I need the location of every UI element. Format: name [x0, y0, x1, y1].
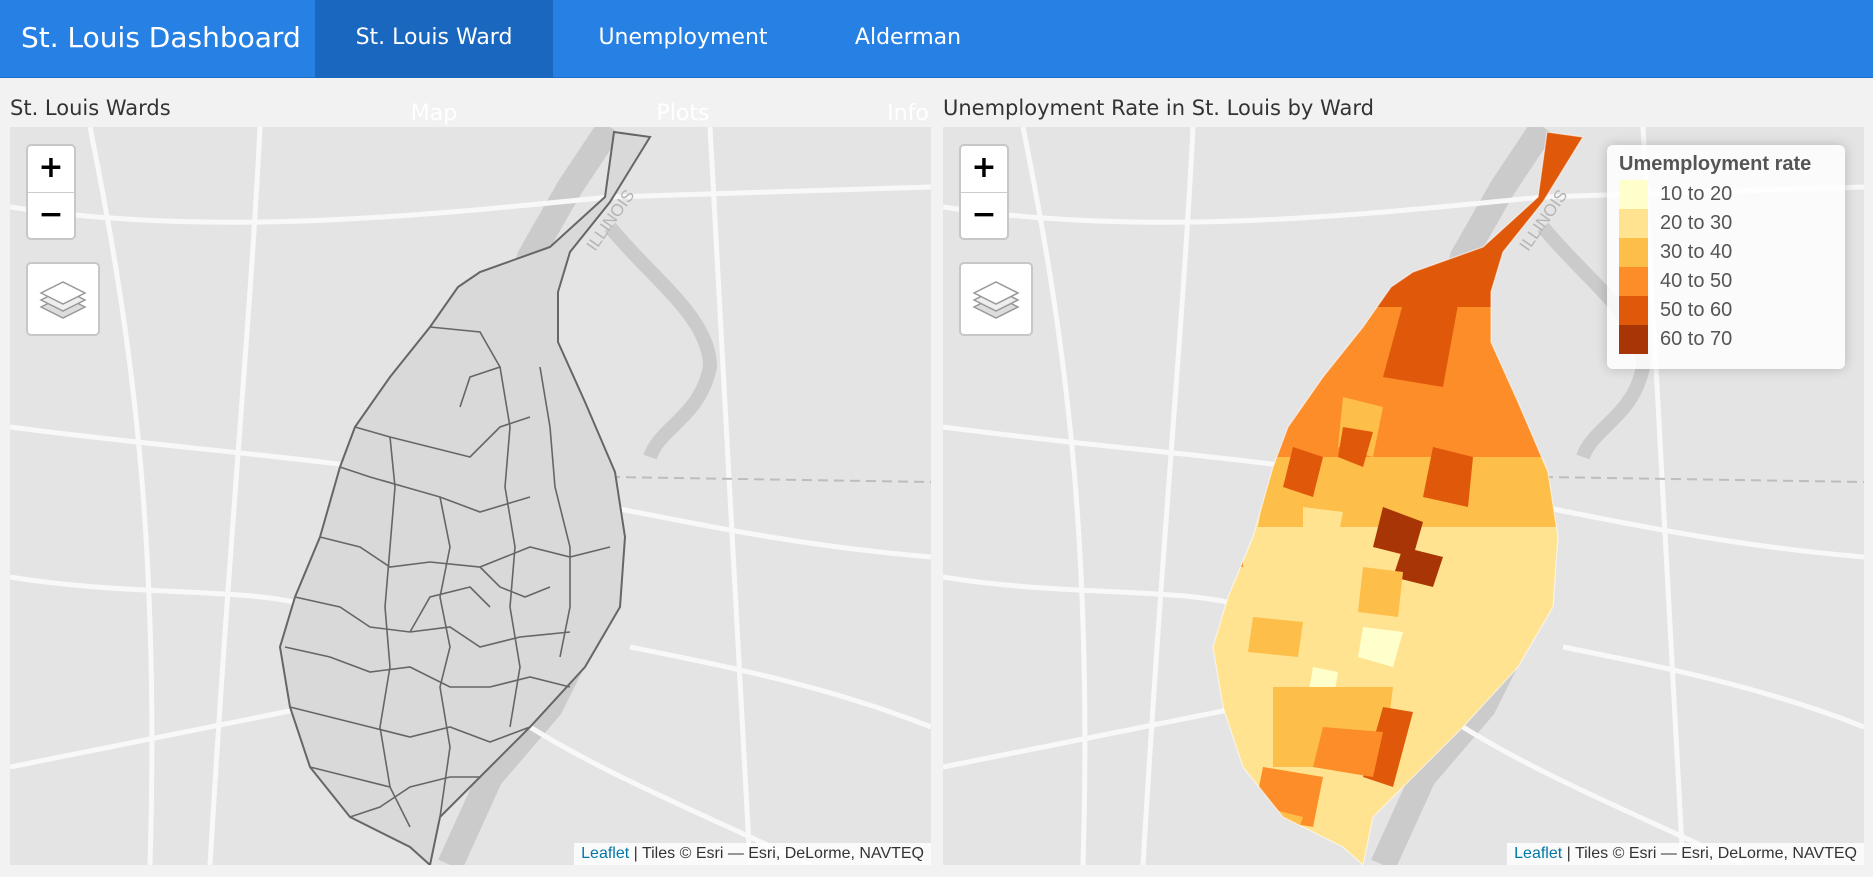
map-basemap: ILLINOIS — [10, 127, 931, 865]
legend-label: 10 to 20 — [1660, 183, 1733, 205]
legend-swatch — [1619, 267, 1648, 296]
map-attribution: Leaflet | Tiles © Esri — Esri, DeLorme, … — [1507, 843, 1864, 865]
legend-label: 30 to 40 — [1660, 241, 1733, 263]
legend-swatch — [1619, 209, 1648, 238]
ward-map[interactable]: ILLINOIS + − Leaflet | Tiles © Esri — Es… — [10, 127, 931, 865]
legend-title: Umemployment rate — [1619, 153, 1812, 175]
tab-unemployment-plots[interactable]: Unemployment Plots — [553, 0, 813, 126]
layers-icon — [39, 281, 87, 319]
legend-item: 60 to 70 — [1619, 325, 1833, 354]
legend-label: 20 to 30 — [1660, 212, 1733, 234]
layers-icon — [972, 281, 1020, 319]
attribution-text: | Tiles © Esri — Esri, DeLorme, NAVTEQ — [629, 845, 924, 862]
zoom-in-button[interactable]: + — [961, 146, 1007, 193]
zoom-control: + − — [959, 144, 1009, 240]
layers-control[interactable] — [26, 262, 100, 336]
zoom-out-button[interactable]: − — [961, 193, 1007, 239]
legend-swatch — [1619, 180, 1648, 209]
legend-item: 10 to 20 — [1619, 180, 1833, 209]
legend-item: 50 to 60 — [1619, 296, 1833, 325]
legend-swatch — [1619, 296, 1648, 325]
navbar: St. Louis Dashboard St. Louis Ward Map U… — [0, 0, 1873, 126]
unemployment-legend: Umemployment rate 10 to 20 20 to 30 30 t… — [1607, 145, 1845, 369]
legend-item: 20 to 30 — [1619, 209, 1833, 238]
leaflet-link[interactable]: Leaflet — [581, 845, 629, 862]
attribution-text: | Tiles © Esri — Esri, DeLorme, NAVTEQ — [1562, 845, 1857, 862]
legend-item: 40 to 50 — [1619, 267, 1833, 296]
tab-ward-map[interactable]: St. Louis Ward Map — [315, 0, 553, 126]
tab-alderman-info[interactable]: Alderman Info — [813, 0, 1003, 126]
ward-map-title: St. Louis Wards — [10, 96, 171, 120]
leaflet-link[interactable]: Leaflet — [1514, 845, 1562, 862]
legend-label: 50 to 60 — [1660, 299, 1733, 321]
layers-control[interactable] — [959, 262, 1033, 336]
legend-swatch — [1619, 325, 1648, 354]
map-attribution: Leaflet | Tiles © Esri — Esri, DeLorme, … — [574, 843, 931, 865]
unemployment-map[interactable]: ILLINOIS + − Umemployment rate 10 to 20 … — [943, 127, 1864, 865]
legend-swatch — [1619, 238, 1648, 267]
legend-label: 60 to 70 — [1660, 328, 1733, 350]
legend-label: 40 to 50 — [1660, 270, 1733, 292]
zoom-in-button[interactable]: + — [28, 146, 74, 193]
unemployment-map-title: Unemployment Rate in St. Louis by Ward — [943, 96, 1374, 120]
app-title[interactable]: St. Louis Dashboard — [21, 0, 301, 78]
zoom-out-button[interactable]: − — [28, 193, 74, 239]
legend-item: 30 to 40 — [1619, 238, 1833, 267]
zoom-control: + − — [26, 144, 76, 240]
